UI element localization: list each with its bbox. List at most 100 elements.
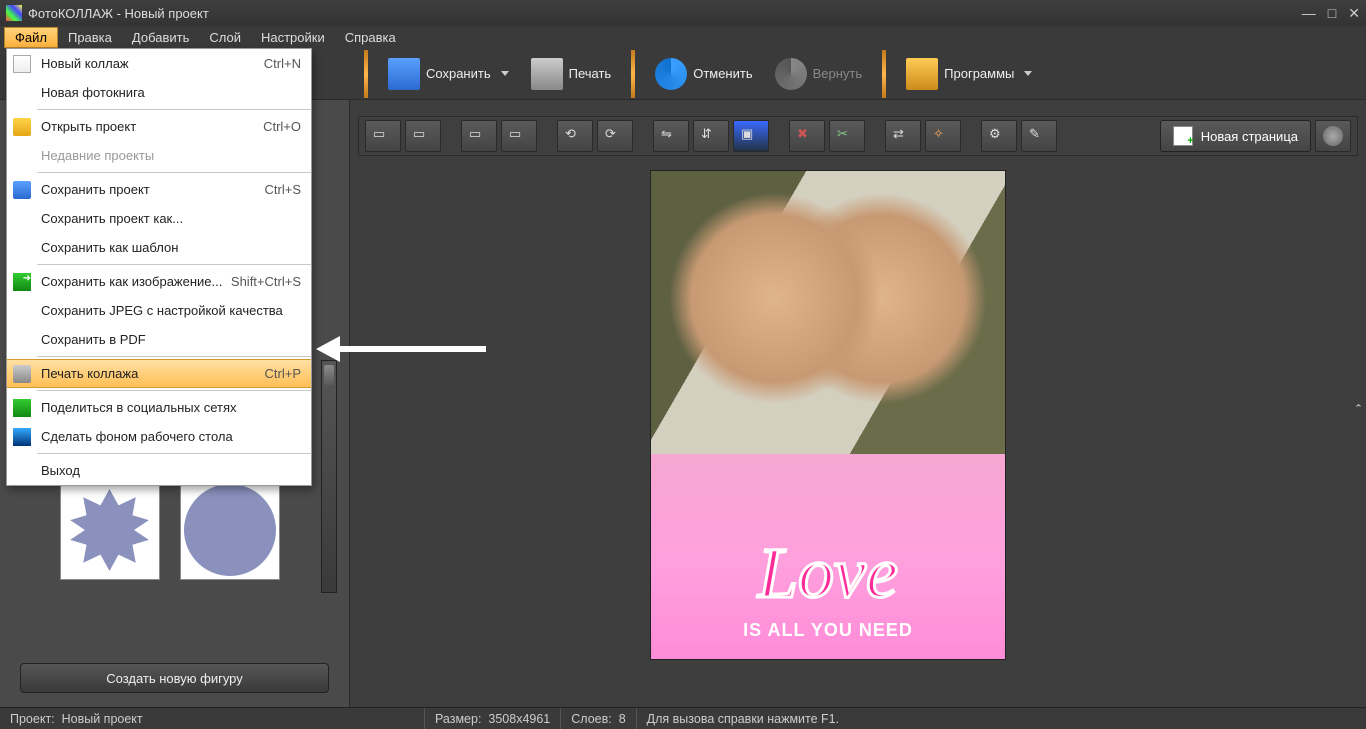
status-help-hint: Для вызова справки нажмите F1. xyxy=(637,708,849,729)
crop-button[interactable]: ✂ xyxy=(829,120,865,152)
menu-item-open-project[interactable]: Открыть проект Ctrl+O xyxy=(7,112,311,141)
print-icon xyxy=(531,58,563,90)
rotate-left-button[interactable]: ⟲ xyxy=(557,120,593,152)
rotate-right-icon: ⟳ xyxy=(605,126,625,146)
save-image-icon xyxy=(13,273,31,291)
status-project: Проект: Новый проект xyxy=(0,708,425,729)
status-size-value: 3508x4961 xyxy=(488,712,550,726)
menu-item-new-collage[interactable]: Новый коллаж Ctrl+N xyxy=(7,49,311,78)
menu-item-set-wallpaper[interactable]: Сделать фоном рабочего стола xyxy=(7,422,311,451)
menu-separator xyxy=(37,390,311,391)
canvas-text-sub: IS ALL YOU NEED xyxy=(651,620,1005,641)
layer-forward-button[interactable]: ▭ xyxy=(461,120,497,152)
status-project-label: Проект: xyxy=(10,712,55,726)
status-layers-value: 8 xyxy=(619,712,626,726)
rotate-right-button[interactable]: ⟳ xyxy=(597,120,633,152)
toolbar-undo[interactable]: Отменить xyxy=(649,58,758,90)
chevron-down-icon xyxy=(1024,71,1032,76)
menu-separator xyxy=(37,356,311,357)
layer-backward-button[interactable]: ▭ xyxy=(405,120,441,152)
new-file-icon xyxy=(13,55,31,73)
menu-edit[interactable]: Правка xyxy=(58,28,122,47)
menu-item-recent: Недавние проекты xyxy=(7,141,311,170)
canvas-image xyxy=(651,171,1005,454)
folder-icon xyxy=(13,118,31,136)
toolbar-print[interactable]: Печать xyxy=(525,58,618,90)
printer-icon xyxy=(13,365,31,383)
menu-layer[interactable]: Слой xyxy=(199,28,251,47)
gear-icon: ⚙ xyxy=(989,126,1009,146)
menu-item-save-jpeg[interactable]: Сохранить JPEG с настройкой качества xyxy=(7,296,311,325)
menu-item-exit[interactable]: Выход xyxy=(7,456,311,485)
page-gear-icon xyxy=(1323,126,1343,146)
close-button[interactable]: ✕ xyxy=(1348,5,1360,22)
bring-forward-icon: ▭ xyxy=(469,126,489,146)
delete-button[interactable]: ✖ xyxy=(789,120,825,152)
shape-item[interactable] xyxy=(60,480,160,580)
toolbar-redo[interactable]: Вернуть xyxy=(769,58,869,90)
menu-item-save-template[interactable]: Сохранить как шаблон xyxy=(7,233,311,262)
layer-front-button[interactable]: ▭ xyxy=(501,120,537,152)
file-dropdown: Новый коллаж Ctrl+N Новая фотокнига Откр… xyxy=(6,48,312,486)
canvas-toolstrip: ▭ ▭ ▭ ▭ ⟲ ⟳ ⇋ ⇵ ▣ ✖ ✂ ⇄ ✧ ⚙ ✎ xyxy=(358,116,1358,156)
swap-icon: ⇄ xyxy=(893,126,913,146)
flip-vertical-icon: ⇵ xyxy=(701,126,721,146)
menu-item-print-collage[interactable]: Печать коллажа Ctrl+P xyxy=(7,359,311,388)
swap-button[interactable]: ⇄ xyxy=(885,120,921,152)
menu-item-share-social[interactable]: Поделиться в социальных сетях xyxy=(7,393,311,422)
magic-button[interactable]: ✧ xyxy=(925,120,961,152)
bring-front-icon: ▭ xyxy=(509,126,529,146)
menu-separator xyxy=(37,264,311,265)
redo-icon xyxy=(775,58,807,90)
layer-back-button[interactable]: ▭ xyxy=(365,120,401,152)
menu-item-save-project[interactable]: Сохранить проект Ctrl+S xyxy=(7,175,311,204)
toolbar-programs[interactable]: Программы xyxy=(900,58,1038,90)
menu-add[interactable]: Добавить xyxy=(122,28,199,47)
toolbar-undo-label: Отменить xyxy=(693,66,752,81)
status-layers-label: Слоев: xyxy=(571,712,611,726)
shape-item[interactable] xyxy=(180,480,280,580)
fit-icon: ▣ xyxy=(741,126,761,146)
menu-item-save-image[interactable]: Сохранить как изображение... Shift+Ctrl+… xyxy=(7,267,311,296)
menu-item-save-pdf[interactable]: Сохранить в PDF xyxy=(7,325,311,354)
monitor-icon xyxy=(13,428,31,446)
settings-button[interactable]: ⚙ xyxy=(981,120,1017,152)
flip-horizontal-icon: ⇋ xyxy=(661,126,681,146)
brush-button[interactable]: ✎ xyxy=(1021,120,1057,152)
toolbar-save-label: Сохранить xyxy=(426,66,491,81)
canvas-area: ▭ ▭ ▭ ▭ ⟲ ⟳ ⇋ ⇵ ▣ ✖ ✂ ⇄ ✧ ⚙ ✎ xyxy=(350,100,1366,707)
toolbar-print-label: Печать xyxy=(569,66,612,81)
new-page-button[interactable]: Новая страница xyxy=(1160,120,1311,152)
save-icon xyxy=(13,181,31,199)
toolbar-programs-label: Программы xyxy=(944,66,1014,81)
create-shape-button[interactable]: Создать новую фигуру xyxy=(20,663,329,693)
scrollbar[interactable] xyxy=(321,360,337,593)
fit-button[interactable]: ▣ xyxy=(733,120,769,152)
flip-h-button[interactable]: ⇋ xyxy=(653,120,689,152)
toolbar-save[interactable]: Сохранить xyxy=(382,58,515,90)
status-size-label: Размер: xyxy=(435,712,481,726)
menu-item-save-as[interactable]: Сохранить проект как... xyxy=(7,204,311,233)
flip-v-button[interactable]: ⇵ xyxy=(693,120,729,152)
status-bar: Проект: Новый проект Размер: 3508x4961 С… xyxy=(0,707,1366,729)
rotate-left-icon: ⟲ xyxy=(565,126,585,146)
menu-file[interactable]: Файл xyxy=(4,27,58,48)
menu-help[interactable]: Справка xyxy=(335,28,406,47)
toolbar-separator xyxy=(882,50,886,98)
save-icon xyxy=(388,58,420,90)
maximize-button[interactable]: □ xyxy=(1328,5,1336,22)
menu-item-new-photobook[interactable]: Новая фотокнига xyxy=(7,78,311,107)
toolbar-redo-label: Вернуть xyxy=(813,66,863,81)
right-edge-grips[interactable]: ‹ ‹ ‹ xyxy=(1353,403,1364,404)
status-project-name: Новый проект xyxy=(62,712,143,726)
minimize-button[interactable]: — xyxy=(1302,5,1316,22)
brush-icon: ✎ xyxy=(1029,126,1049,146)
app-icon xyxy=(6,5,22,21)
delete-icon: ✖ xyxy=(797,126,817,146)
collage-canvas[interactable]: Love IS ALL YOU NEED xyxy=(650,170,1006,660)
magic-icon: ✧ xyxy=(933,126,953,146)
menu-settings[interactable]: Настройки xyxy=(251,28,335,47)
menu-separator xyxy=(37,109,311,110)
window-title: ФотоКОЛЛАЖ - Новый проект xyxy=(28,6,209,21)
page-settings-button[interactable] xyxy=(1315,120,1351,152)
